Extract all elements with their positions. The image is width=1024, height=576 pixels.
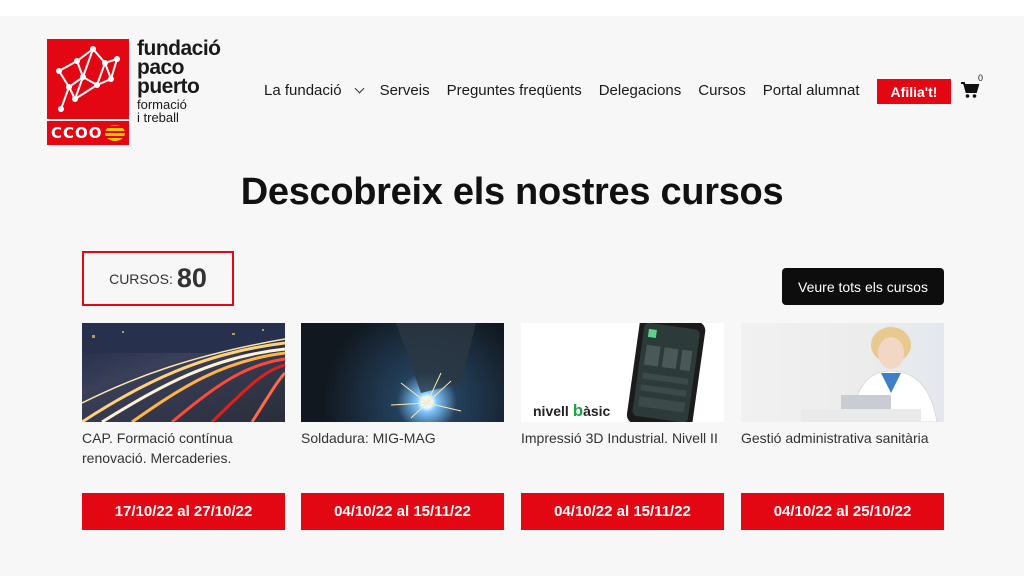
site-logo[interactable]: CCOO fundació paco puerto formació i tre… — [47, 38, 221, 145]
nav-item-preguntes[interactable]: Preguntes freqüents — [447, 82, 582, 99]
page: CCOO fundació paco puerto formació i tre… — [0, 16, 1024, 576]
course-dates-button[interactable]: 17/10/22 al 27/10/22 — [82, 493, 285, 530]
cart-count-badge: 0 — [978, 73, 984, 83]
cart-icon[interactable] — [960, 80, 980, 100]
see-all-courses-button[interactable]: Veure tots els cursos — [782, 268, 944, 305]
ccoo-text: CCOO — [51, 124, 103, 142]
course-card[interactable]: Gestió administrativa sanitària 04/10/22… — [741, 323, 944, 530]
course-card[interactable]: Soldadura: MIG-MAG 04/10/22 al 15/11/22 — [301, 323, 504, 530]
ccoo-badge: CCOO — [47, 119, 129, 145]
page-title: Descobreix els nostres cursos — [240, 171, 784, 213]
nivell-basic-caption: nivell bàsic — [533, 401, 610, 421]
course-dates-button[interactable]: 04/10/22 al 15/11/22 — [521, 493, 724, 530]
caption-part-1: nivell — [533, 403, 573, 419]
logo-line-5: i treball — [137, 110, 179, 125]
nav-item-cursos[interactable]: Cursos — [698, 82, 746, 99]
nav-item-portal-alumnat[interactable]: Portal alumnat — [763, 82, 860, 99]
nav-item-delegacions[interactable]: Delegacions — [599, 82, 682, 99]
healthcare-worker-laptop-image[interactable] — [741, 323, 944, 422]
logo-line-3: puerto — [137, 75, 200, 98]
catalan-flag-icon — [105, 125, 125, 141]
nav-item-la-fundacio[interactable]: La fundació — [264, 82, 365, 99]
counter-value: 80 — [176, 263, 207, 293]
nav-label: La fundació — [264, 82, 342, 99]
course-card[interactable]: nivell bàsic Impressió 3D Industrial. Ni… — [521, 323, 724, 530]
logo-network-icon — [47, 39, 129, 119]
course-card[interactable]: CAP. Formació contínua renovació. Mercad… — [82, 323, 285, 530]
phone-nivell-basic-image[interactable]: nivell bàsic — [521, 323, 724, 422]
course-title[interactable]: Gestió administrativa sanitària — [741, 428, 944, 484]
caption-part-3: àsic — [583, 403, 611, 419]
course-title[interactable]: Soldadura: MIG-MAG — [301, 428, 504, 484]
chevron-down-icon[interactable] — [354, 83, 365, 94]
caption-part-2: b — [572, 401, 584, 420]
course-dates-button[interactable]: 04/10/22 al 25/10/22 — [741, 493, 944, 530]
courses-counter: CURSOS: 80 — [82, 251, 234, 306]
course-title[interactable]: CAP. Formació contínua renovació. Mercad… — [82, 428, 285, 484]
highway-light-trails-image[interactable] — [82, 323, 285, 422]
nav-item-serveis[interactable]: Serveis — [380, 82, 430, 99]
course-dates-button[interactable]: 04/10/22 al 15/11/22 — [301, 493, 504, 530]
counter-label: CURSOS: — [109, 270, 173, 287]
afilia-button[interactable]: Afilia't! — [877, 79, 951, 104]
welding-sparks-image[interactable] — [301, 323, 504, 422]
logo-mark: CCOO — [47, 39, 129, 145]
course-title[interactable]: Impressió 3D Industrial. Nivell II — [521, 428, 724, 484]
main-nav: La fundació Serveis Preguntes freqüents … — [264, 82, 877, 99]
logo-text: fundació paco puerto formació i treball — [137, 38, 221, 125]
